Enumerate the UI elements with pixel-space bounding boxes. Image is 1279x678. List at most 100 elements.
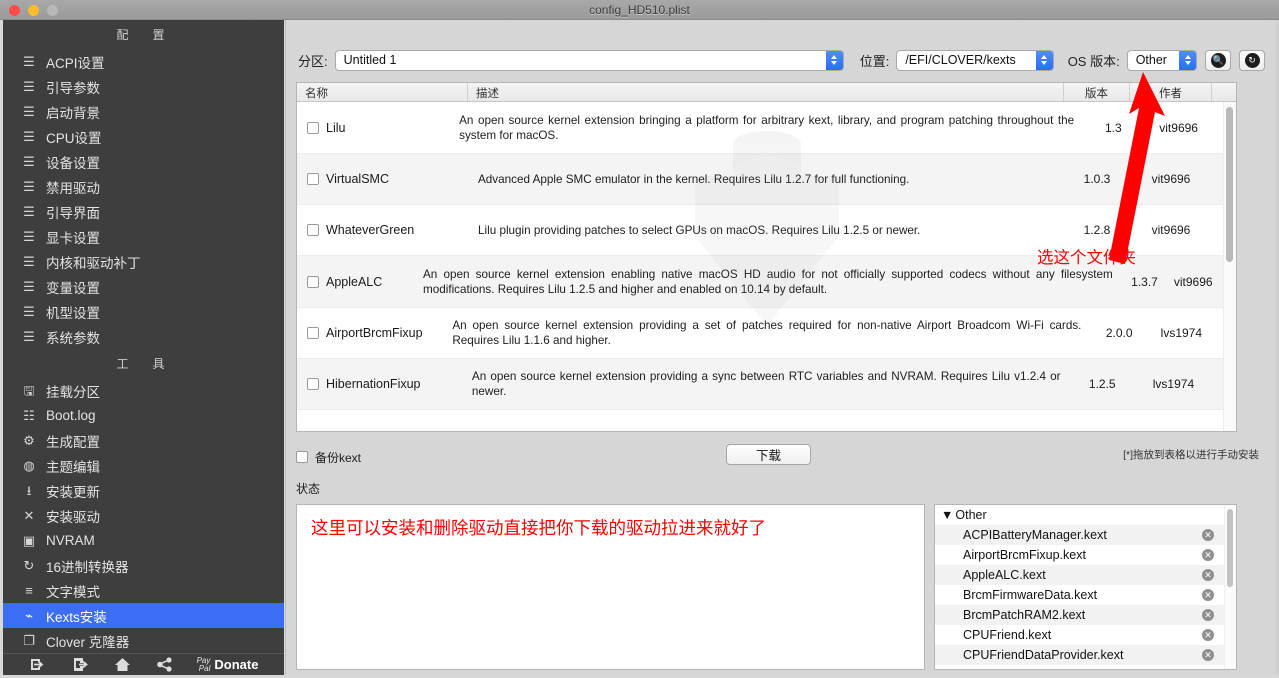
remove-circle-icon[interactable]: ✕ xyxy=(1202,649,1214,661)
row-checkbox[interactable] xyxy=(307,378,319,390)
window-titlebar: config_HD510.plist xyxy=(0,0,1279,20)
installed-list-scrollbar-track[interactable] xyxy=(1224,505,1236,669)
sidebar-item-cpu[interactable]: ☰ CPU设置 xyxy=(3,124,284,149)
home-icon[interactable] xyxy=(113,656,132,673)
list-item[interactable]: CPUFriend.kext ✕ xyxy=(935,625,1236,645)
row-version: 1.2.8 xyxy=(1083,223,1111,237)
table-row[interactable]: HibernationFixup An open source kernel e… xyxy=(297,359,1236,410)
import-icon[interactable] xyxy=(29,656,48,673)
os-version-select[interactable]: Other xyxy=(1126,49,1198,71)
sidebar-item-smbios[interactable]: ☰ 机型设置 xyxy=(3,299,284,324)
row-checkbox[interactable] xyxy=(307,224,319,236)
chevron-updown-icon[interactable] xyxy=(1179,50,1197,70)
list-item[interactable]: AirportBrcmFixup.kext ✕ xyxy=(935,545,1236,565)
sidebar-config-heading: 配 置 xyxy=(116,28,171,42)
chevron-updown-icon[interactable] xyxy=(1035,50,1053,70)
installed-list-scrollbar-thumb[interactable] xyxy=(1227,509,1233,587)
remove-circle-icon[interactable]: ✕ xyxy=(1202,549,1214,561)
sidebar-item-variables[interactable]: ☰ 变量设置 xyxy=(3,274,284,299)
sidebar-item-generate-config[interactable]: ⚙ 生成配置 xyxy=(3,428,284,453)
column-header-name[interactable]: 名称 xyxy=(297,83,468,101)
sidebar-item-disable-drivers[interactable]: ☰ 禁用驱动 xyxy=(3,174,284,199)
export-icon[interactable] xyxy=(71,656,90,673)
sidebar-item-clover-cloner[interactable]: ❐ Clover 克隆器 xyxy=(3,628,284,653)
row-checkbox[interactable] xyxy=(307,327,319,339)
kexts-toolbar: 分区: Untitled 1 位置: /EFI/CLOVER/kexts OS … xyxy=(286,40,1277,80)
sidebar-item-devices[interactable]: ☰ 设备设置 xyxy=(3,149,284,174)
chevron-updown-icon[interactable] xyxy=(825,50,843,70)
status-box[interactable]: 这里可以安装和删除驱动直接把你下载的驱动拉进来就好了 xyxy=(296,504,925,670)
sidebar-item-hex-converter[interactable]: ↻ 16进制转换器 xyxy=(3,553,284,578)
sidebar-item-mount-partition[interactable]: 🖫 挂载分区 xyxy=(3,378,284,403)
donate-button[interactable]: Pay Pal Donate xyxy=(197,656,259,673)
column-header-author[interactable]: 作者 xyxy=(1130,83,1212,101)
sidebar-item-kernel-patches[interactable]: ☰ 内核和驱动补丁 xyxy=(3,249,284,274)
list-item[interactable]: CPUFriendDataProvider.kext ✕ xyxy=(935,645,1236,665)
row-checkbox[interactable] xyxy=(307,275,319,288)
list-item[interactable]: BrcmPatchRAM2.kext ✕ xyxy=(935,605,1236,625)
sidebar-item-kexts-install[interactable]: ⌁ Kexts安装 xyxy=(3,603,284,628)
backup-kext-option[interactable]: 备份kext xyxy=(296,449,361,466)
download-button[interactable]: 下载 xyxy=(726,444,811,465)
list-item[interactable]: BrcmFirmwareData.kext ✕ xyxy=(935,585,1236,605)
sidebar-item-theme-editor[interactable]: ◍ 主题编辑 xyxy=(3,453,284,478)
kext-name: AppleALC.kext xyxy=(963,568,1046,582)
row-author: vit9696 xyxy=(1173,274,1213,289)
installed-kexts-group-header[interactable]: ▼ Other xyxy=(935,505,1236,525)
table-actions-bar: 备份kext 下载 [*]拖放到表格以进行手动安装 xyxy=(296,444,1259,470)
sidebar-item-label: 安装驱动 xyxy=(46,509,100,525)
remove-circle-icon[interactable]: ✕ xyxy=(1202,529,1214,541)
remove-circle-icon[interactable]: ✕ xyxy=(1202,629,1214,641)
sidebar-item-nvram[interactable]: ▣ NVRAM xyxy=(3,528,284,553)
column-header-version[interactable]: 版本 xyxy=(1064,83,1130,101)
table-scrollbar-thumb[interactable] xyxy=(1226,107,1233,262)
location-select[interactable]: /EFI/CLOVER/kexts xyxy=(896,49,1054,71)
disk-icon: 🖫 xyxy=(23,383,35,398)
installed-kexts-list[interactable]: ▼ Other ACPIBatteryManager.kext ✕ Airpor… xyxy=(934,504,1237,670)
row-checkbox[interactable] xyxy=(307,121,319,134)
list-icon: ☰ xyxy=(23,254,35,269)
sidebar-tools-heading: 工 具 xyxy=(116,357,171,371)
partition-select[interactable]: Untitled 1 xyxy=(334,49,844,71)
sidebar-item-boot-background[interactable]: ☰ 启动背景 xyxy=(3,99,284,124)
table-row[interactable]: VirtualSMC Advanced Apple SMC emulator i… xyxy=(297,154,1236,205)
donate-label: Donate xyxy=(214,657,259,672)
sidebar-item-install-drivers[interactable]: ✕ 安装驱动 xyxy=(3,503,284,528)
sidebar-item-label: 机型设置 xyxy=(46,305,100,321)
sidebar-item-text-mode[interactable]: ≡ 文字模式 xyxy=(3,578,284,603)
row-checkbox[interactable] xyxy=(307,173,319,185)
sidebar-item-boot-log[interactable]: ☷ Boot.log xyxy=(3,403,284,428)
location-value: /EFI/CLOVER/kexts xyxy=(905,52,1016,67)
sidebar-item-install-update[interactable]: ⭳ 安装更新 xyxy=(3,478,284,503)
sidebar-item-gui[interactable]: ☰ 引导界面 xyxy=(3,199,284,224)
list-icon: ☰ xyxy=(23,304,35,319)
row-name-cell: HibernationFixup xyxy=(297,377,462,391)
list-item[interactable]: AppleALC.kext ✕ xyxy=(935,565,1236,585)
refresh-button[interactable]: ↻ xyxy=(1239,49,1265,71)
table-scrollbar-track[interactable] xyxy=(1223,102,1236,431)
backup-kext-checkbox[interactable] xyxy=(296,451,308,463)
remove-circle-icon[interactable]: ✕ xyxy=(1202,609,1214,621)
row-version: 1.0.3 xyxy=(1083,172,1111,186)
share-icon[interactable] xyxy=(155,656,174,673)
column-header-description[interactable]: 描述 xyxy=(468,83,1064,101)
sidebar-item-boot-args[interactable]: ☰ 引导参数 xyxy=(3,74,284,99)
table-row[interactable]: Lilu An open source kernel extension bri… xyxy=(297,102,1236,154)
sidebar-item-system-parameters[interactable]: ☰ 系统参数 xyxy=(3,324,284,349)
list-item[interactable]: ACPIBatteryManager.kext ✕ xyxy=(935,525,1236,545)
row-name-cell: WhateverGreen xyxy=(297,223,468,237)
triangle-down-icon[interactable]: ▼ xyxy=(941,508,953,522)
row-name-cell: VirtualSMC xyxy=(297,172,468,186)
kext-name: BrcmFirmwareData.kext xyxy=(963,588,1098,602)
sidebar-item-graphics[interactable]: ☰ 显卡设置 xyxy=(3,224,284,249)
sidebar-item-acpi[interactable]: ☰ ACPI设置 xyxy=(3,49,284,74)
row-name-label: VirtualSMC xyxy=(326,172,389,186)
sidebar-config-list: ☰ ACPI设置 ☰ 引导参数 ☰ 启动背景 ☰ CPU设置 ☰ 设备设置 ☰ … xyxy=(3,49,284,349)
kext-name: ACPIBatteryManager.kext xyxy=(963,528,1107,542)
remove-circle-icon[interactable]: ✕ xyxy=(1202,569,1214,581)
table-row[interactable]: AirportBrcmFixup An open source kernel e… xyxy=(297,308,1236,359)
remove-circle-icon[interactable]: ✕ xyxy=(1202,589,1214,601)
kext-name: CPUFriend.kext xyxy=(963,628,1052,642)
row-description: An open source kernel extension bringing… xyxy=(459,113,1075,142)
search-button[interactable]: 🔍 xyxy=(1205,49,1232,71)
